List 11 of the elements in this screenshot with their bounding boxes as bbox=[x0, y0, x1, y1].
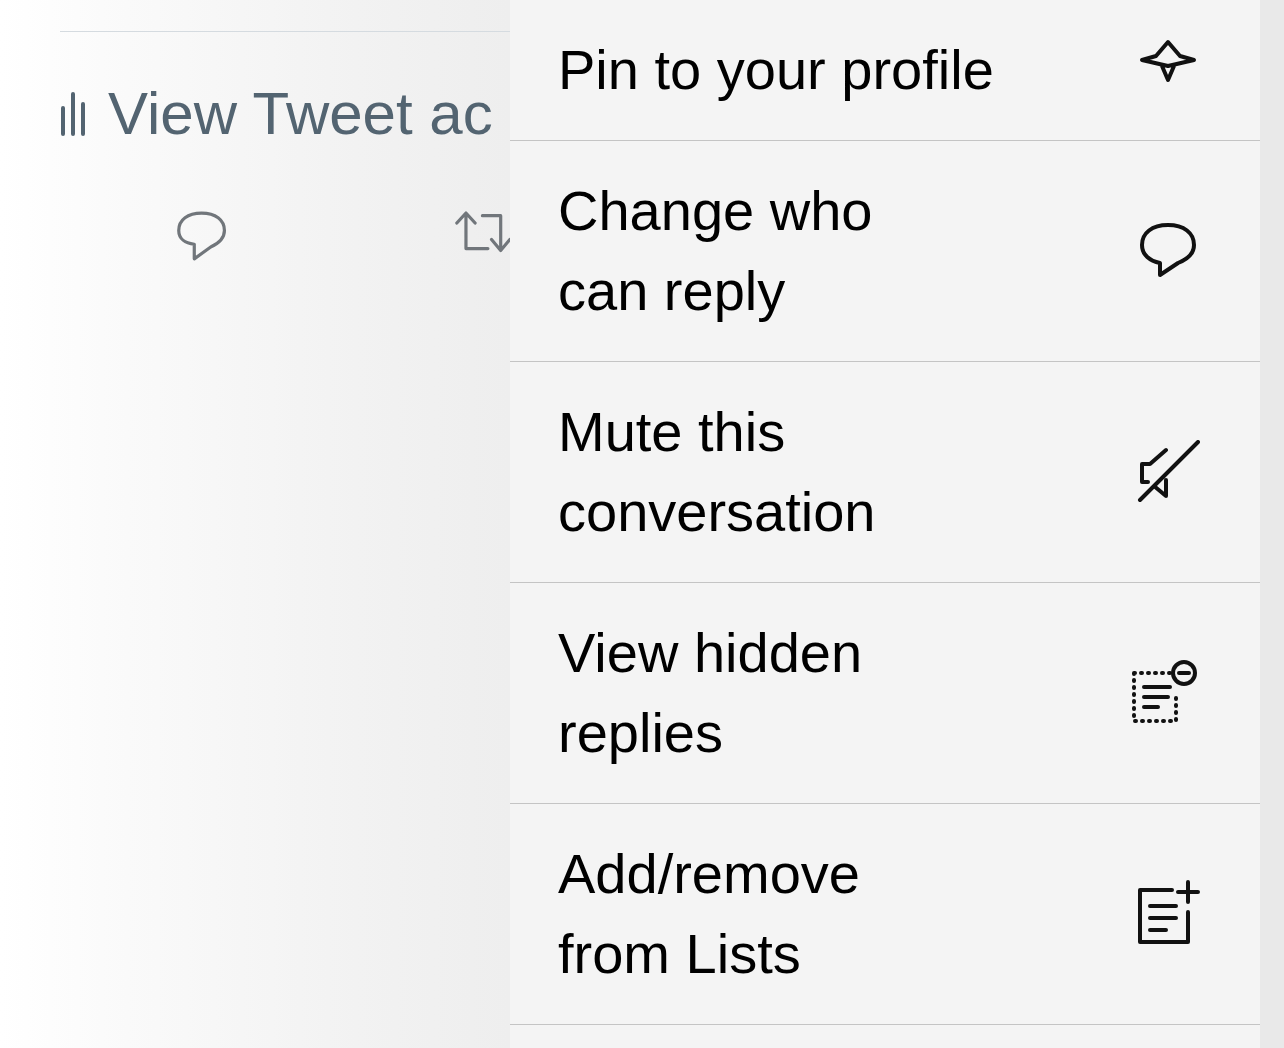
menu-item-label: conversation bbox=[558, 479, 876, 545]
menu-item-label: Add/remove bbox=[558, 841, 860, 907]
muted-speaker-icon bbox=[1136, 440, 1200, 504]
menu-item-label: can reply bbox=[558, 258, 787, 324]
menu-item-label: from Lists bbox=[558, 921, 802, 987]
menu-item-label: Mute this bbox=[558, 399, 787, 465]
menu-item-label: View hidden bbox=[558, 620, 863, 686]
menu-item-label: Change who bbox=[558, 178, 873, 244]
menu-item-label: Pin to your profile bbox=[558, 37, 994, 103]
menu-item-label: replies bbox=[558, 700, 724, 766]
bar-chart-icon bbox=[60, 90, 86, 136]
